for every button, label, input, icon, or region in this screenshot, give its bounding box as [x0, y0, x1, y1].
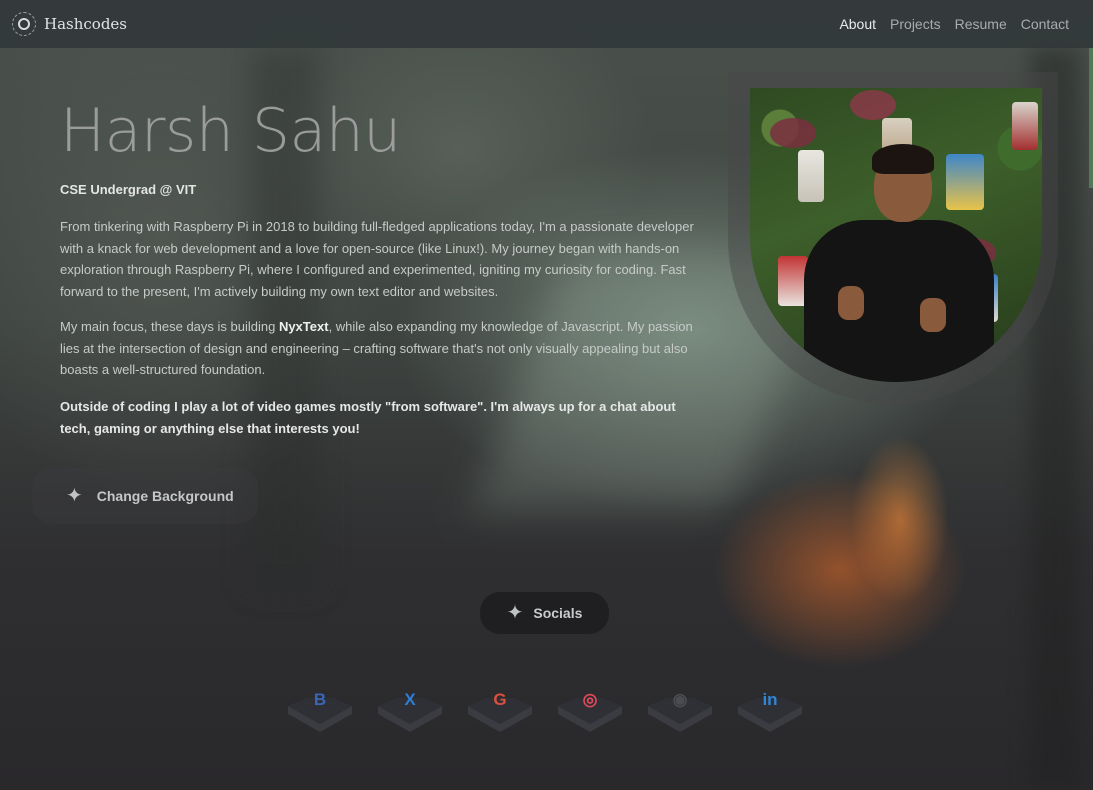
about-paragraph-2: My main focus, these days is building Ny… — [60, 316, 700, 381]
person-body — [804, 220, 994, 382]
brand-name: Hashcodes — [44, 15, 127, 33]
hero-subtitle: CSE Undergrad @ VIT — [60, 182, 197, 197]
change-background-button[interactable]: ✦ Change Background — [32, 468, 258, 524]
sparkle-icon: ✦ — [66, 485, 83, 507]
plant-pot — [946, 154, 984, 210]
plant-pot — [798, 150, 824, 202]
nav-link-projects[interactable]: Projects — [890, 16, 941, 32]
plant-pot — [1012, 102, 1038, 150]
nav-link-resume[interactable]: Resume — [955, 16, 1007, 32]
thumb-left — [838, 286, 864, 320]
x-link[interactable]: X — [378, 688, 442, 732]
instagram-link[interactable]: ◎ — [558, 688, 622, 732]
brand[interactable]: Hashcodes — [12, 12, 127, 36]
nav-link-about[interactable]: About — [839, 16, 876, 32]
github-icon: ◉ — [672, 690, 688, 709]
github-link[interactable]: ◉ — [648, 688, 712, 732]
scrollbar-thumb[interactable] — [1089, 48, 1093, 188]
socials-label: Socials — [533, 605, 583, 621]
socials-button[interactable]: ✦ Socials — [480, 592, 609, 634]
about-paragraph-3: Outside of coding I play a lot of video … — [60, 399, 676, 436]
project-highlight: NyxText — [278, 319, 329, 334]
google-icon: G — [493, 690, 507, 709]
change-background-label: Change Background — [96, 488, 234, 504]
plant-shape — [850, 90, 896, 120]
thumb-right — [920, 298, 946, 332]
top-navbar: Hashcodes About Projects Resume Contact — [0, 0, 1093, 48]
paragraph-text: My main focus, these days is building — [60, 319, 279, 334]
logo-icon — [12, 12, 36, 36]
instagram-icon: ◎ — [582, 690, 598, 709]
bluesky-icon: B — [313, 690, 327, 709]
linkedin-icon: in — [762, 690, 778, 709]
bluesky-link[interactable]: B — [288, 688, 352, 732]
person-hair — [872, 144, 934, 174]
sparkle-icon: ✦ — [506, 602, 524, 624]
x-icon: X — [404, 690, 416, 709]
hero-name: Harsh Sahu — [60, 96, 401, 166]
about-paragraph-1: From tinkering with Raspberry Pi in 2018… — [60, 219, 694, 299]
profile-photo — [750, 88, 1042, 382]
nav-links: About Projects Resume Contact — [839, 16, 1069, 32]
nav-link-contact[interactable]: Contact — [1021, 16, 1069, 32]
social-links: B X G ◎ ◉ in — [288, 688, 802, 732]
linkedin-link[interactable]: in — [738, 688, 802, 732]
google-link[interactable]: G — [468, 688, 532, 732]
plant-shape — [770, 118, 816, 148]
